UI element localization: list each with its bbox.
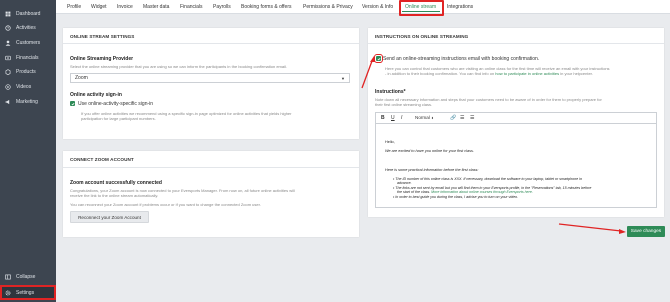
annotation-arrows xyxy=(361,56,626,234)
arrow-line-save xyxy=(558,223,622,232)
arrow-head-checkbox xyxy=(370,56,375,62)
arrow-head-save xyxy=(619,229,626,234)
arrow-line-checkbox xyxy=(361,60,373,89)
